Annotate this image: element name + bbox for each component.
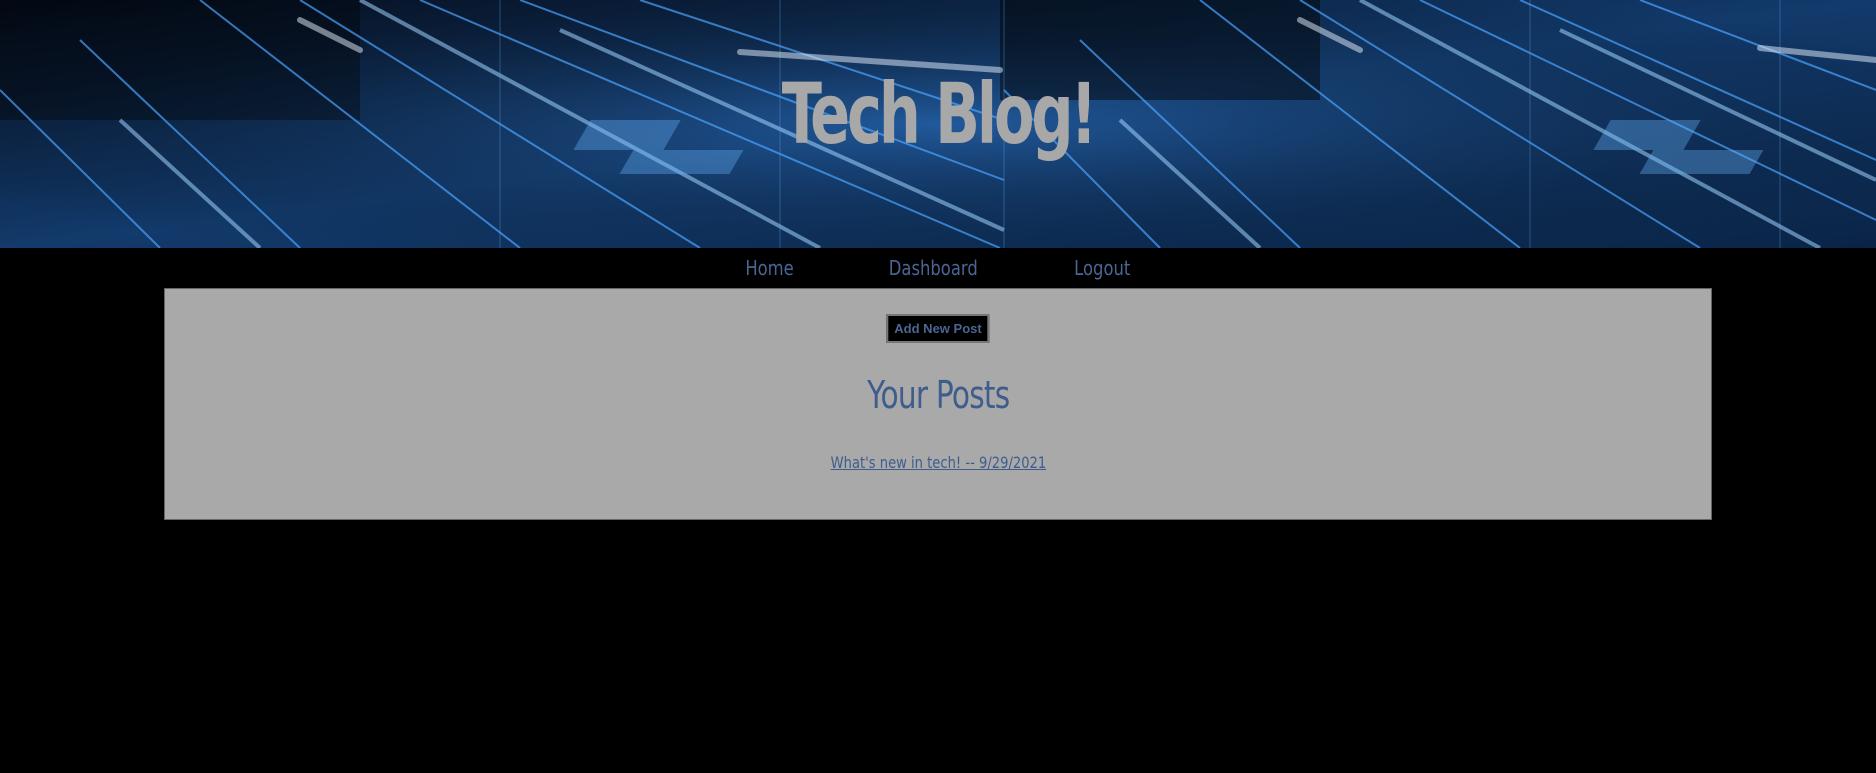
main-nav: Home Dashboard Logout bbox=[0, 248, 1876, 288]
nav-link-dashboard[interactable]: Dashboard bbox=[889, 256, 978, 280]
your-posts-heading-text: Your Posts bbox=[866, 373, 1010, 417]
your-posts-heading: Your Posts bbox=[165, 373, 1711, 417]
post-list: What's new in tech! -- 9/29/2021 bbox=[165, 453, 1711, 473]
site-title: Tech Blog! bbox=[781, 65, 1098, 163]
nav-link-home[interactable]: Home bbox=[745, 256, 793, 280]
post-link[interactable]: What's new in tech! -- 9/29/2021 bbox=[830, 453, 1046, 472]
header-banner: Tech Blog! bbox=[0, 0, 1876, 248]
add-new-post-button[interactable]: Add New Post bbox=[886, 314, 990, 343]
nav-link-logout[interactable]: Logout bbox=[1074, 256, 1130, 280]
dashboard-panel: Add New Post Your Posts What's new in te… bbox=[164, 288, 1712, 520]
